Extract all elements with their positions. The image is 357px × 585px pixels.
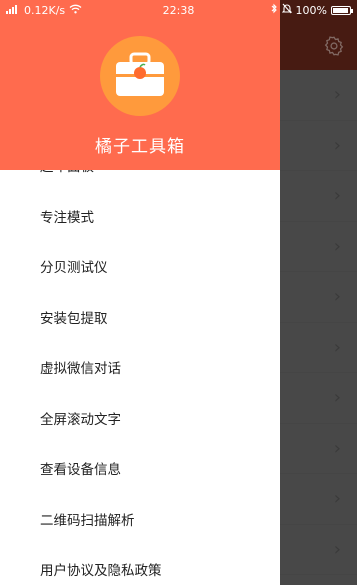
- chevron-right-icon: ›: [333, 235, 341, 257]
- menu-item-label: 用户协议及隐私政策: [40, 563, 162, 580]
- chevron-right-icon: ›: [333, 336, 341, 358]
- signal-icon: [6, 4, 20, 17]
- app-list: › › › › › › › › › ›: [280, 70, 357, 575]
- list-item[interactable]: ›: [280, 121, 357, 171]
- chevron-right-icon: ›: [333, 437, 341, 459]
- menu-item-label: 二维码扫描解析: [40, 512, 135, 529]
- list-item[interactable]: ›: [280, 222, 357, 272]
- menu-item-fake-wechat-chat[interactable]: 虚拟微信对话: [0, 342, 280, 393]
- battery-percent: 100%: [295, 3, 327, 17]
- list-item[interactable]: ›: [280, 525, 357, 575]
- list-item[interactable]: ›: [280, 373, 357, 424]
- list-item[interactable]: ›: [280, 323, 357, 373]
- menu-item-device-info[interactable]: 查看设备信息: [0, 443, 280, 494]
- list-item[interactable]: ›: [280, 474, 357, 525]
- navigation-drawer: 橘子工具箱 超车面板 专注模式 分贝测试仪 安装包提取 虚拟微信对话 全屏滚动文…: [0, 0, 280, 585]
- list-item[interactable]: ›: [280, 272, 357, 323]
- menu-item-label: 安装包提取: [40, 310, 108, 327]
- menu-item-fullscreen-scroll-text[interactable]: 全屏滚动文字: [0, 393, 280, 444]
- menu-item-label: 分贝测试仪: [40, 260, 108, 277]
- menu-item-qr-scan[interactable]: 二维码扫描解析: [0, 494, 280, 545]
- chevron-right-icon: ›: [333, 488, 341, 510]
- chevron-right-icon: ›: [333, 134, 341, 156]
- list-item[interactable]: ›: [280, 424, 357, 474]
- battery-icon: [331, 5, 353, 15]
- list-item[interactable]: ›: [280, 70, 357, 121]
- bluetooth-icon: [271, 3, 278, 17]
- chevron-right-icon: ›: [333, 387, 341, 409]
- wifi-icon: [69, 4, 82, 17]
- status-bar: 0.12K/s 22:38 100%: [0, 0, 357, 20]
- menu-item-focus-mode[interactable]: 专注模式: [0, 191, 280, 242]
- mute-bell-icon: [281, 3, 292, 17]
- chevron-right-icon: ›: [333, 286, 341, 308]
- menu-item-label: 专注模式: [40, 209, 94, 226]
- menu-item-label: 虚拟微信对话: [40, 361, 121, 378]
- chevron-right-icon: ›: [333, 185, 341, 207]
- menu-item-label: 全屏滚动文字: [40, 411, 121, 428]
- menu-item-privacy-policy[interactable]: 用户协议及隐私政策: [0, 544, 280, 585]
- chevron-right-icon: ›: [333, 84, 341, 106]
- list-item[interactable]: ›: [280, 171, 357, 222]
- app-logo: [100, 36, 180, 116]
- gear-icon[interactable]: [323, 35, 345, 57]
- menu-item-label: 查看设备信息: [40, 462, 121, 479]
- menu-item-decibel-meter[interactable]: 分贝测试仪: [0, 241, 280, 292]
- menu-item-apk-extract[interactable]: 安装包提取: [0, 292, 280, 343]
- drawer-title: 橘子工具箱: [95, 137, 185, 157]
- chevron-right-icon: ›: [333, 538, 341, 560]
- network-speed: 0.12K/s: [24, 3, 66, 17]
- drawer-menu: 超车面板 专注模式 分贝测试仪 安装包提取 虚拟微信对话 全屏滚动文字 查看设备…: [0, 140, 280, 585]
- drawer-header: 橘子工具箱: [0, 0, 280, 170]
